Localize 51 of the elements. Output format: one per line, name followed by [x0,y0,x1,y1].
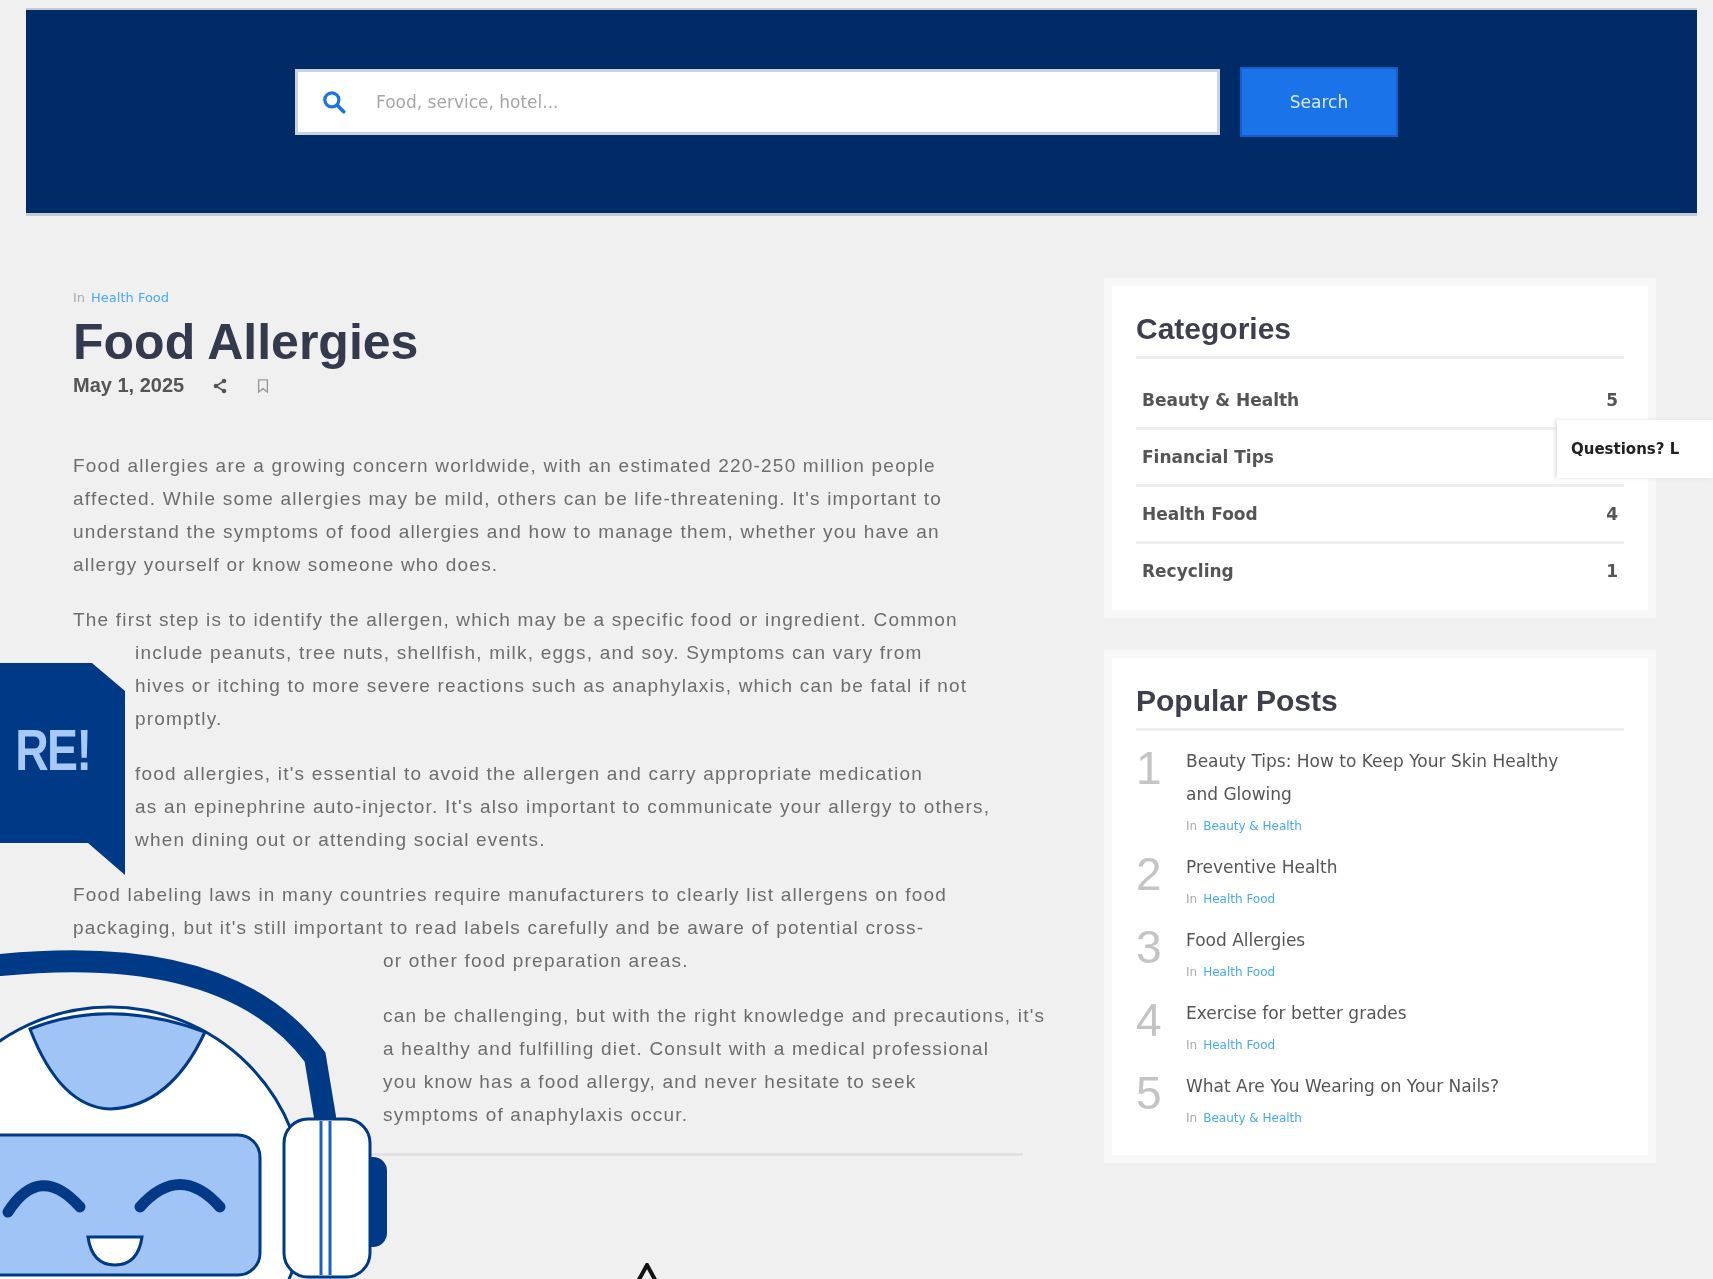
article-text-line: or other food preparation areas. [382,949,689,973]
article-text-line: The first step is to identify the allergen, which may be a specific food or ingredient. Common [73,608,958,632]
category-link[interactable]: Health Food [1142,504,1258,524]
post-title-link[interactable]: Beauty Tips: How to Keep Your Skin Healthy and Glowing [1186,745,1586,811]
article-title: Food Allergies [73,315,420,370]
category-prefix: In [1186,1111,1198,1125]
post-rank: 3 [1136,924,1163,975]
article-text-line: as an epinephrine auto-injector. It's also important to communicate your allergy to others, [134,795,991,819]
category-prefix: In [1186,965,1198,979]
article-date: May 1, 2025 [73,374,185,397]
chat-tooltip[interactable]: Questions? L [1557,420,1713,478]
category-link[interactable]: Financial Tips [1142,447,1274,467]
category-prefix: In [1186,819,1198,833]
card-title: Popular Posts [1136,684,1624,731]
post-rank: 2 [1136,851,1163,902]
article-text-line: understand the symptoms of food allergies and how to manage them, whether you have an [73,520,940,544]
article-text-line: Food allergies are a growing concern worldwide, with an estimated 220-250 million people [73,454,936,478]
article-text-line: packaging, but it's still important to read labels carefully and be aware of potential cross- [73,916,925,940]
category-prefix: In [1186,1038,1198,1052]
article-text-line: Food labeling laws in many countries require manufacturers to clearly list allergens on food [73,883,947,907]
category-count: 5 [1606,390,1618,410]
category-link[interactable]: Recycling [1142,561,1234,581]
category-link[interactable]: Beauty & Health [1142,390,1300,410]
post-title-link[interactable]: Food Allergies [1186,924,1586,957]
article-text-line: allergy yourself or know someone who does. [73,553,499,577]
article-text-line: a healthy and fulfilling diet. Consult with a medical professional [382,1037,990,1061]
article-text-line: affected. While some allergies may be mild, others can be life-threatening. It's important to [73,487,942,511]
post-title-link[interactable]: Preventive Health [1186,851,1586,884]
search-field[interactable]: Food, service, hotel... [295,68,1220,135]
article-text-line: promptly. [134,707,223,731]
category-prefix: In [73,290,86,305]
post-title-link[interactable]: Exercise for better grades [1186,997,1586,1030]
post-rank: 1 [1136,745,1163,796]
share-icon[interactable] [212,377,229,394]
article-text-line: symptoms of anaphylaxis occur. [382,1103,689,1127]
article-text-line: you know has a food allergy, and never hesitate to seek [382,1070,917,1094]
bubble-text: RE! [15,715,92,783]
article-text-line: hives or itching to more severe reactions such as anaphylaxis, which can be fatal if not [134,674,968,698]
article-text-line: food allergies, it's essential to avoid the allergen and carry appropriate medication [134,762,923,786]
search-icon [321,88,347,115]
card-title: Categories [1136,312,1624,359]
article-text-line: can be challenging, but with the right knowledge and precautions, it's [382,1004,1046,1028]
search-button[interactable]: Search [1240,66,1398,137]
post-rank: 4 [1136,997,1163,1048]
article-text-line: when dining out or attending social events. [134,828,546,852]
post-rank: 5 [1136,1070,1163,1121]
category-prefix: In [1186,892,1198,906]
post-title-link[interactable]: What Are You Wearing on Your Nails? [1186,1070,1586,1103]
category-count: 4 [1606,504,1618,524]
article-text-line: include peanuts, tree nuts, shellfish, milk, eggs, and soy. Symptoms can vary from [134,641,923,665]
category-count: 1 [1606,561,1618,581]
